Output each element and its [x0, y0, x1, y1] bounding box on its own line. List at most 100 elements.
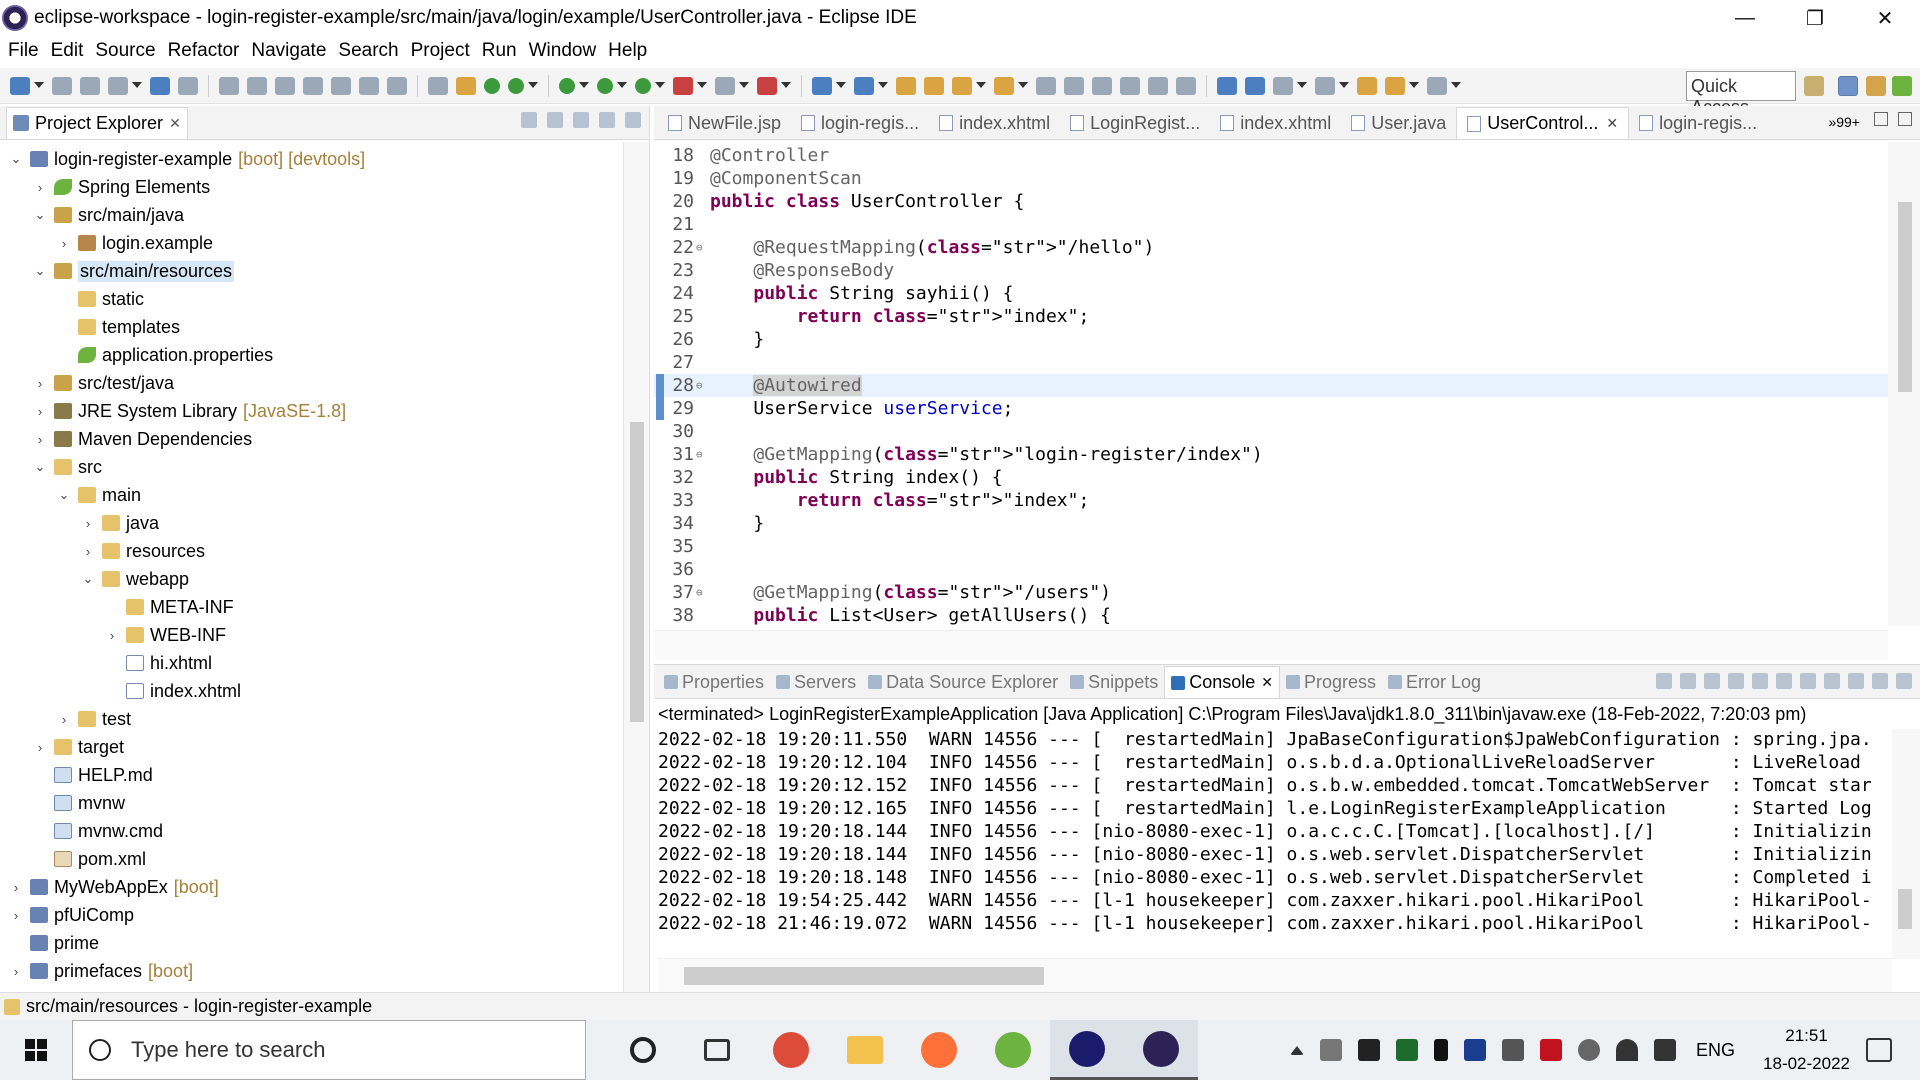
taskbar-app[interactable]	[1050, 1020, 1124, 1080]
chevron-right-icon[interactable]: ›	[80, 516, 96, 531]
chevron-down-icon[interactable]	[878, 81, 888, 90]
tree-item[interactable]: › Maven Dependencies	[32, 426, 252, 452]
tree-item[interactable]: › java	[80, 510, 159, 536]
previous-annotation-icon[interactable]	[1315, 76, 1335, 95]
web-browser-icon[interactable]	[1217, 76, 1237, 95]
chevron-down-icon[interactable]	[781, 81, 791, 90]
fold-icon[interactable]: ⊖	[696, 379, 710, 392]
editor-tab[interactable]: User.java	[1341, 107, 1456, 139]
pilcrow-icon[interactable]	[1176, 76, 1196, 95]
taskbar-app[interactable]	[754, 1020, 828, 1080]
display-console-icon[interactable]	[1824, 673, 1840, 689]
chevron-down-icon[interactable]: ⌄	[32, 207, 48, 223]
console-output[interactable]: 2022-02-18 19:20:11.550 WARN 14556 --- […	[658, 729, 1886, 959]
tree-item[interactable]: › login.example	[56, 230, 213, 256]
editor-tab[interactable]: LoginRegist...	[1060, 107, 1210, 139]
new-java-project-icon[interactable]	[812, 76, 832, 95]
tree-item[interactable]: › pfUiComp	[8, 902, 134, 928]
editor-vertical-scrollbar[interactable]	[1888, 142, 1920, 626]
more-tabs-button[interactable]: »99+	[1828, 114, 1860, 130]
open-perspective-icon[interactable]	[1804, 76, 1824, 96]
chevron-right-icon[interactable]: ›	[8, 880, 24, 895]
terminal-icon[interactable]	[150, 76, 170, 95]
fold-icon[interactable]: ⊖	[696, 448, 710, 461]
battery-icon[interactable]	[1358, 1039, 1381, 1061]
forward-icon[interactable]	[1427, 76, 1447, 95]
code-line[interactable]: 20 public class UserController {	[654, 190, 1888, 213]
tree-item[interactable]: templates	[56, 314, 180, 340]
chevron-right-icon[interactable]: ›	[32, 404, 48, 419]
code-line[interactable]: 27	[654, 351, 1888, 374]
chevron-right-icon[interactable]: ›	[32, 180, 48, 195]
code-line[interactable]: 21	[654, 213, 1888, 236]
coverage-icon[interactable]	[635, 77, 651, 94]
word-wrap-icon[interactable]	[1776, 673, 1792, 689]
close-icon[interactable]: ✕	[169, 115, 181, 132]
start-button[interactable]	[0, 1020, 72, 1080]
code-line[interactable]: 29 UserService userService;	[654, 397, 1888, 420]
chevron-down-icon[interactable]: ⌄	[80, 571, 96, 587]
tree-item[interactable]: HELP.md	[32, 762, 153, 788]
resume-icon[interactable]	[219, 76, 239, 95]
minimize-icon[interactable]	[599, 112, 615, 128]
code-line[interactable]: 30	[654, 420, 1888, 443]
tab-progress[interactable]: Progress	[1280, 666, 1382, 698]
editor-tab[interactable]: UserControl... ✕	[1456, 107, 1630, 139]
tree-item[interactable]: ⌄ src/main/resources	[32, 258, 235, 284]
tree-item[interactable]: index.xhtml	[104, 678, 241, 704]
block-selection-icon[interactable]	[1120, 76, 1140, 95]
code-line[interactable]: 32 public String index() {	[654, 466, 1888, 489]
webex-tray-icon[interactable]	[1464, 1039, 1487, 1061]
tree-item[interactable]: ⌄ login-register-example [boot] [devtools]	[8, 146, 366, 172]
chevron-right-icon[interactable]: ›	[32, 376, 48, 391]
link-icon[interactable]	[1245, 76, 1265, 95]
chevron-down-icon[interactable]: ⌄	[56, 487, 72, 503]
tree-item[interactable]: prime	[8, 930, 99, 956]
chevron-right-icon[interactable]: ›	[8, 964, 24, 979]
spring-run-icon[interactable]	[757, 76, 777, 95]
minimize-button[interactable]: —	[1710, 0, 1780, 36]
remove-launch-icon[interactable]	[1704, 673, 1720, 689]
console-vertical-scrollbar[interactable]	[1892, 729, 1920, 959]
tray-app-icon[interactable]	[1320, 1039, 1343, 1061]
tab-console[interactable]: Console ✕	[1164, 666, 1280, 698]
editor-tab[interactable]: login-regis...	[1629, 107, 1767, 139]
code-line[interactable]: 28 ⊖ @Autowired	[654, 374, 1888, 397]
use-step-filters-icon[interactable]	[456, 76, 476, 95]
taskbar-app[interactable]	[606, 1020, 680, 1080]
editor-horizontal-scrollbar[interactable]	[654, 630, 1888, 660]
chevron-down-icon[interactable]	[1018, 81, 1028, 90]
toggle-highlight-icon[interactable]	[1092, 76, 1112, 95]
chevron-down-icon[interactable]	[976, 81, 986, 90]
tree-item[interactable]: static	[56, 286, 144, 312]
code-line[interactable]: 19 @ComponentScan	[654, 167, 1888, 190]
chevron-down-icon[interactable]	[1297, 81, 1307, 90]
save-all-icon[interactable]	[80, 76, 100, 95]
new-java-class-icon[interactable]	[854, 76, 874, 95]
tree-item[interactable]: ⌄ src/main/java	[32, 202, 184, 228]
tree-item[interactable]: mvnw	[32, 790, 125, 816]
chevron-down-icon[interactable]	[739, 81, 749, 90]
chevron-down-icon[interactable]: ⌄	[32, 459, 48, 475]
maximize-icon[interactable]	[625, 112, 641, 128]
editor-tab[interactable]: login-regis...	[791, 107, 929, 139]
menu-navigate[interactable]: Navigate	[251, 40, 326, 62]
fold-icon[interactable]: ⊖	[696, 586, 710, 599]
open-console-icon[interactable]	[1848, 673, 1864, 689]
code-line[interactable]: 33 return class="str">"index";	[654, 489, 1888, 512]
menu-edit[interactable]: Edit	[51, 40, 84, 62]
tree-item[interactable]: › test	[56, 706, 131, 732]
taskbar-app[interactable]	[976, 1020, 1050, 1080]
restore-button[interactable]: ❐	[1780, 0, 1850, 36]
mcafee-icon[interactable]	[1540, 1039, 1563, 1061]
menu-project[interactable]: Project	[411, 40, 470, 62]
tree-item[interactable]: META-INF	[104, 594, 234, 620]
taskbar-app[interactable]	[1124, 1020, 1198, 1080]
editor-tab[interactable]: index.xhtml	[929, 107, 1060, 139]
relaunch-icon[interactable]	[508, 77, 524, 94]
step-over-icon[interactable]	[359, 76, 379, 95]
disconnect-icon[interactable]	[303, 76, 323, 95]
chevron-down-icon[interactable]	[528, 81, 538, 90]
print-icon[interactable]	[108, 76, 128, 95]
menu-help[interactable]: Help	[608, 40, 647, 62]
